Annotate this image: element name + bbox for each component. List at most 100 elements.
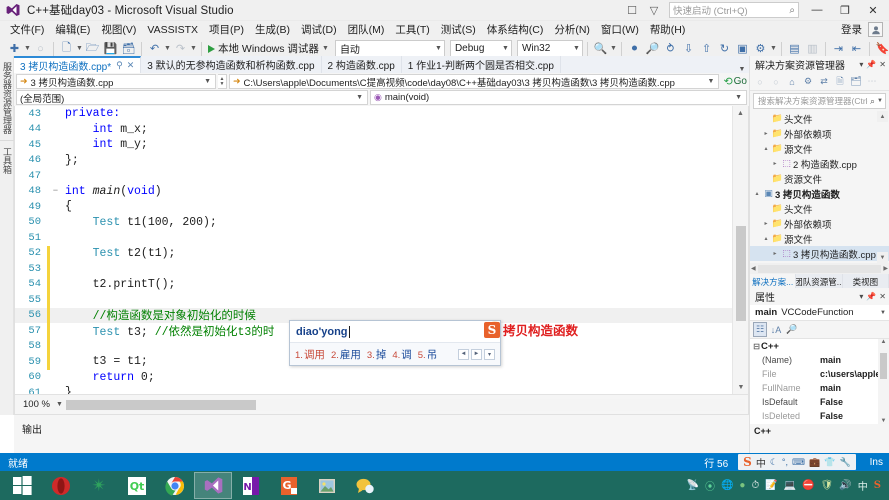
moon-icon[interactable]: ☾: [770, 457, 778, 468]
ime-prev-page-icon[interactable]: ◄: [458, 348, 469, 360]
property-group[interactable]: ⊟ C++: [750, 339, 889, 353]
pin-icon[interactable]: ⚲: [116, 60, 123, 71]
menu-item-project[interactable]: 项目(P): [204, 21, 250, 38]
editor-vertical-scrollbar[interactable]: ▲ ▼: [732, 106, 748, 394]
scroll-down-icon[interactable]: ▼: [733, 380, 748, 394]
tree-horizontal-scrollbar[interactable]: ◀ ▶: [750, 263, 889, 274]
property-row[interactable]: File c:\users\apple: [750, 367, 889, 381]
tree-node[interactable]: ▸ 📁 外部依赖项: [750, 126, 889, 141]
taskbar-visual-studio-icon[interactable]: [194, 472, 232, 499]
menu-item-tools[interactable]: 工具(T): [390, 21, 435, 38]
start-debugging-button[interactable]: 本地 Windows 调试器 ▼: [206, 41, 331, 56]
show-all-files-icon[interactable]: 🗎: [833, 74, 847, 89]
ime-next-page-icon[interactable]: ►: [471, 348, 482, 360]
keyboard-icon[interactable]: ⌨: [792, 457, 805, 468]
properties-object-selector[interactable]: main VCCodeFunction ▼: [750, 305, 889, 321]
scrollbar-thumb[interactable]: [880, 353, 887, 379]
pin-icon[interactable]: 📌: [866, 60, 876, 69]
file-selector-combo[interactable]: ➜ 3 拷贝构造函数.cpp ▼: [16, 74, 216, 89]
security-icon[interactable]: 🛡: [821, 480, 834, 491]
feedback-icon[interactable]: ☐: [622, 1, 642, 20]
punctuation-icon[interactable]: °,: [782, 457, 788, 467]
tree-twisty-icon[interactable]: ▸: [761, 130, 771, 137]
tree-hscroll-track[interactable]: [757, 264, 882, 273]
tree-twisty-icon[interactable]: ▸: [770, 160, 780, 167]
collapse-all-icon[interactable]: 🗂: [849, 74, 863, 89]
toolbox-icon[interactable]: 💼: [809, 457, 820, 468]
close-icon[interactable]: ✕: [879, 60, 886, 69]
undo-dropdown[interactable]: ▼: [164, 45, 171, 52]
start-debugging-dropdown[interactable]: ▼: [322, 45, 329, 52]
tree-node[interactable]: 📁 头文件: [750, 201, 889, 216]
code-line[interactable]: 52 Test t2(t1);: [15, 245, 732, 261]
ime-toolbar[interactable]: S 中 ☾ °, ⌨ 💼 👕 🔧: [738, 454, 856, 470]
solution-config-combo[interactable]: Debug ▼: [449, 40, 512, 57]
scroll-up-icon[interactable]: ▲: [878, 339, 889, 345]
code-line[interactable]: 54 t2.printT();: [15, 276, 732, 292]
properties-scrollbar[interactable]: ▲ ▼: [878, 339, 889, 424]
ime-candidate-2[interactable]: 2. 雇用: [331, 347, 361, 362]
categorized-icon[interactable]: ☷: [753, 322, 767, 337]
taskbar-messenger-icon[interactable]: [346, 472, 384, 499]
update-icon[interactable]: ●: [739, 480, 745, 491]
settings-icon[interactable]: 🔧: [839, 457, 850, 468]
menu-item-debug[interactable]: 调试(D): [296, 21, 343, 38]
property-row[interactable]: IsDefault False: [750, 395, 889, 409]
tree-node[interactable]: ▸ ⬚ 2 构造函数.cpp: [750, 156, 889, 171]
sync-icon[interactable]: ⦿: [705, 478, 715, 493]
back-icon[interactable]: ○: [753, 74, 767, 89]
scroll-right-icon[interactable]: ▶: [883, 265, 888, 272]
editor-horizontal-scrollbar[interactable]: [65, 398, 745, 411]
scope-combo[interactable]: (全局范围) ▼: [16, 90, 368, 105]
tree-node[interactable]: ▴ ▣ 3 拷贝构造函数: [750, 186, 889, 201]
property-row[interactable]: FullName main: [750, 381, 889, 395]
scroll-left-icon[interactable]: ◀: [751, 265, 756, 272]
code-line[interactable]: 44 int m_x;: [15, 122, 732, 138]
taskbar-chrome-icon[interactable]: [156, 472, 194, 499]
zoom-combo[interactable]: 100 % ▼: [23, 398, 63, 412]
menu-item-help[interactable]: 帮助(H): [645, 21, 692, 38]
tab-team-explorer[interactable]: 团队资源管...: [796, 274, 843, 289]
tree-twisty-icon[interactable]: ▴: [752, 190, 762, 197]
solution-search-input[interactable]: 搜索解决方案资源管理器(Ctrl+ ⌕ ▼: [753, 93, 886, 109]
code-editor[interactable]: 43 private: 44 int m_x; 45 int m_y; 46}; 47 48…: [14, 106, 749, 415]
block-icon[interactable]: ⛔: [802, 480, 814, 491]
close-icon[interactable]: ✕: [127, 60, 135, 71]
hscrollbar-thumb[interactable]: [65, 399, 256, 410]
properties-grid[interactable]: ⊟ C++ ▲ ▼ (Name) main File c:\users\apple Ful…: [750, 339, 889, 424]
tree-node[interactable]: ▸ 📁 外部依赖项: [750, 216, 889, 231]
menu-item-window[interactable]: 窗口(W): [596, 21, 645, 38]
tab-copy-constructor[interactable]: 3 拷贝构造函数.cpp* ⚲ ✕: [14, 56, 142, 73]
tab-solution-explorer[interactable]: 解决方案...: [750, 274, 797, 289]
menu-item-vassistx[interactable]: VASSISTX: [142, 23, 204, 37]
member-combo[interactable]: ◉ main(void) ▼: [370, 90, 747, 105]
tab-overflow-icon[interactable]: ▼: [735, 66, 749, 73]
forward-icon[interactable]: ○: [769, 74, 783, 89]
scroll-up-icon[interactable]: ▲: [733, 106, 748, 120]
tree-twisty-icon[interactable]: ▸: [761, 220, 771, 227]
ime-more-icon[interactable]: ▾: [484, 348, 495, 360]
ime-candidate-4[interactable]: 4. 调: [392, 347, 411, 362]
skin-icon[interactable]: 👕: [824, 457, 835, 468]
code-line[interactable]: 45 int m_y;: [15, 137, 732, 153]
tree-node[interactable]: ▴ 📁 源文件: [750, 141, 889, 156]
refresh-icon[interactable]: ⇄: [817, 74, 831, 89]
overflow-icon[interactable]: ▾: [859, 60, 863, 69]
redo-dropdown[interactable]: ▼: [190, 45, 197, 52]
code-line[interactable]: 49 {: [15, 199, 732, 215]
new-project-dropdown[interactable]: ▼: [24, 45, 31, 52]
close-icon[interactable]: ✕: [879, 292, 886, 301]
menu-item-file[interactable]: 文件(F): [5, 21, 50, 38]
collapse-icon[interactable]: ⊟: [752, 342, 761, 351]
pin-icon[interactable]: 📌: [866, 292, 876, 301]
close-button[interactable]: ✕: [860, 0, 886, 20]
menu-item-architecture[interactable]: 体系结构(C): [482, 21, 550, 38]
tab-homework-circles[interactable]: 1 作业1-判断两个圆是否相交.cpp: [402, 56, 561, 73]
tray-ime-mode[interactable]: 中: [858, 478, 868, 493]
sign-in-link[interactable]: 登录: [841, 22, 862, 37]
account-icon[interactable]: [868, 22, 883, 37]
menu-item-team[interactable]: 团队(M): [343, 21, 391, 38]
code-line[interactable]: 43 private:: [15, 106, 732, 122]
clock-icon[interactable]: ⏱: [751, 480, 759, 491]
ime-candidate-1[interactable]: 1. 调用: [295, 347, 325, 362]
